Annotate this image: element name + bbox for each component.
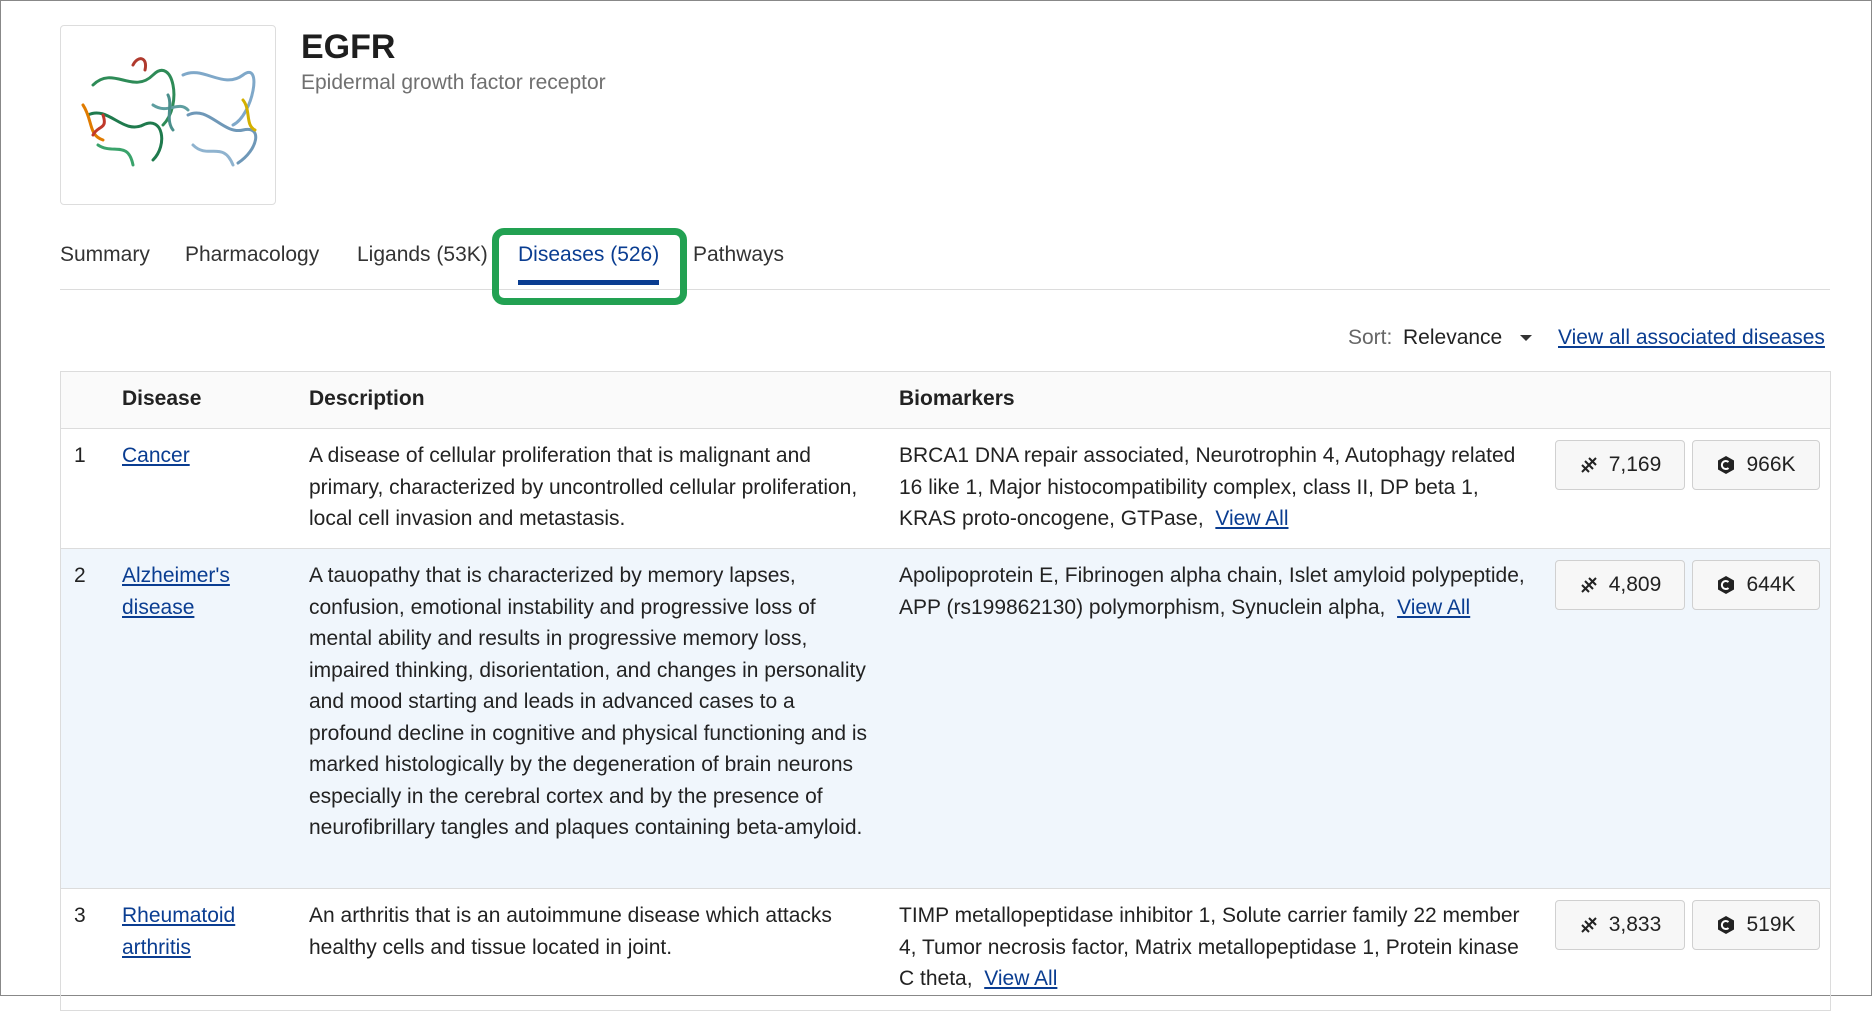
protein-structure-icon [81,57,258,167]
column-header-biomarkers: Biomarkers [899,387,1015,410]
biomarkers-list: TIMP metallopeptidase inhibitor 1, Solut… [899,900,1539,995]
chevron-down-icon[interactable] [1520,335,1532,341]
target-header: EGFR Epidermal growth factor receptor [60,25,606,205]
view-all-diseases-link[interactable]: View all associated diseases [1558,326,1825,350]
disease-link[interactable]: Alzheimer's disease [122,560,272,623]
tab-pharmacology[interactable]: Pharmacology [185,243,319,267]
table-row: 3 Rheumatoid arthritis An arthritis that… [61,889,1830,1019]
active-tab-indicator [518,280,660,285]
compound-count: 519K [1746,913,1796,936]
compound-count-button[interactable]: 644K [1692,560,1820,610]
diseases-table: Disease Description Biomarkers 1 Cancer … [60,371,1831,1011]
dna-icon [1579,455,1599,475]
disease-link[interactable]: Cancer [122,440,272,472]
compound-icon [1716,455,1736,475]
row-number: 1 [74,444,86,467]
target-count: 3,833 [1608,913,1662,936]
tab-ligands[interactable]: Ligands (53K) [357,243,488,267]
sort-select[interactable]: Relevance [1403,326,1502,350]
target-count: 4,809 [1608,573,1662,596]
row-number: 3 [74,904,86,927]
tab-pathways[interactable]: Pathways [693,243,784,267]
dna-icon [1579,575,1599,595]
disease-description: A tauopathy that is characterized by mem… [309,564,868,839]
table-header: Disease Description Biomarkers [61,372,1830,429]
biomarkers-list: Apolipoprotein E, Fibrinogen alpha chain… [899,560,1539,623]
column-header-description: Description [309,387,425,410]
protein-structure-image [60,25,276,205]
compound-count: 644K [1746,573,1796,596]
sort-label: Sort: [1348,326,1393,349]
tab-summary[interactable]: Summary [60,243,150,267]
target-count: 7,169 [1608,453,1662,476]
table-row: 1 Cancer A disease of cellular prolifera… [61,429,1830,549]
table-row: 2 Alzheimer's disease A tauopathy that i… [61,549,1830,889]
tab-diseases-label: Diseases (526) [518,243,660,266]
biomarkers-text: BRCA1 DNA repair associated, Neurotrophi… [899,444,1516,530]
disease-link[interactable]: Rheumatoid arthritis [122,900,272,963]
compound-icon [1716,915,1736,935]
compound-count: 966K [1746,453,1796,476]
disease-description: An arthritis that is an autoimmune disea… [309,904,832,959]
compound-count-button[interactable]: 966K [1692,440,1820,490]
target-count-button[interactable]: 3,833 [1555,900,1685,950]
tab-diseases[interactable]: Diseases (526) [518,243,660,285]
column-header-disease: Disease [122,387,202,410]
gene-name: Epidermal growth factor receptor [301,71,606,94]
view-all-biomarkers-link[interactable]: View All [984,967,1057,990]
biomarkers-list: BRCA1 DNA repair associated, Neurotrophi… [899,440,1539,535]
compound-icon [1716,575,1736,595]
gene-symbol: EGFR [301,28,396,66]
target-count-button[interactable]: 7,169 [1555,440,1685,490]
disease-description: A disease of cellular proliferation that… [309,444,858,530]
view-all-biomarkers-link[interactable]: View All [1215,507,1288,530]
view-all-biomarkers-link[interactable]: View All [1397,596,1470,619]
row-number: 2 [74,564,86,587]
dna-icon [1579,915,1599,935]
compound-count-button[interactable]: 519K [1692,900,1820,950]
tab-bar: Summary Pharmacology Ligands (53K) Disea… [60,233,1830,290]
target-count-button[interactable]: 4,809 [1555,560,1685,610]
